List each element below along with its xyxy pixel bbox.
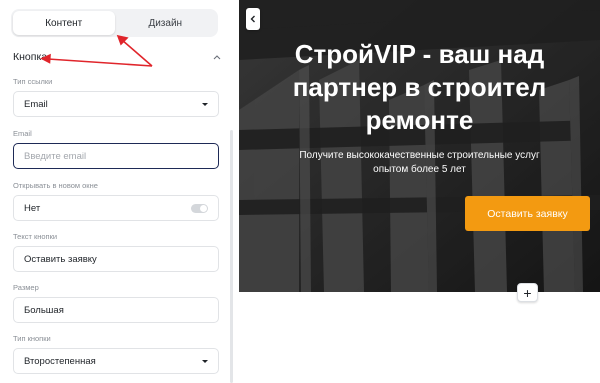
button-type-value: Второстепенная bbox=[24, 355, 96, 367]
settings-panel: Контент Дизайн Кнопка Тип ссылки Email E… bbox=[0, 0, 236, 383]
button-text-label: Текст кнопки bbox=[13, 232, 58, 241]
new-window-row: Нет bbox=[13, 195, 219, 221]
tab-design[interactable]: Дизайн bbox=[115, 11, 217, 35]
button-text-field[interactable]: Оставить заявку bbox=[13, 246, 219, 272]
scrollbar[interactable] bbox=[230, 130, 233, 383]
size-label: Размер bbox=[13, 283, 39, 292]
new-window-label: Открывать в новом окне bbox=[13, 181, 98, 190]
email-input[interactable] bbox=[24, 150, 208, 162]
plus-icon: + bbox=[523, 284, 532, 301]
chevron-left-icon bbox=[250, 15, 255, 23]
button-type-label: Тип кнопки bbox=[13, 334, 51, 343]
chevron-up-icon[interactable] bbox=[213, 54, 221, 60]
link-type-select[interactable]: Email bbox=[13, 91, 219, 117]
hero-subtitle-line: Получите высококачественные строительные… bbox=[299, 150, 540, 161]
section-title: Кнопка bbox=[13, 51, 48, 63]
caret-down-icon bbox=[202, 359, 208, 363]
caret-down-icon bbox=[202, 102, 208, 106]
new-window-toggle[interactable] bbox=[191, 203, 208, 213]
panel-tabs: Контент Дизайн bbox=[11, 9, 218, 37]
link-type-value: Email bbox=[24, 98, 48, 110]
add-section-button[interactable]: + bbox=[517, 283, 538, 302]
hero-title-line: ремонте bbox=[365, 105, 474, 135]
button-type-select[interactable]: Второстепенная bbox=[13, 348, 219, 374]
collapse-panel-button[interactable] bbox=[246, 8, 260, 30]
section-header-button[interactable]: Кнопка bbox=[13, 50, 221, 64]
site-preview: СтройVIP - ваш над партнер в строител ре… bbox=[239, 0, 600, 383]
hero-subtitle-line: опытом более 5 лет bbox=[373, 164, 466, 175]
email-field[interactable] bbox=[13, 143, 219, 169]
link-type-label: Тип ссылки bbox=[13, 77, 53, 86]
hero-subtitle: Получите высококачественные строительные… bbox=[239, 149, 600, 177]
cta-button[interactable]: Оставить заявку bbox=[465, 196, 590, 231]
toggle-knob bbox=[200, 204, 207, 212]
size-select[interactable]: Большая bbox=[13, 297, 219, 323]
email-label: Email bbox=[13, 129, 32, 138]
size-value: Большая bbox=[24, 304, 64, 316]
hero-title-line: СтройVIP - ваш над bbox=[294, 39, 545, 69]
new-window-value: Нет bbox=[24, 202, 41, 214]
hero-title-line: партнер в строител bbox=[292, 72, 547, 102]
hero-section: СтройVIP - ваш над партнер в строител ре… bbox=[239, 0, 600, 292]
button-text-value: Оставить заявку bbox=[24, 253, 97, 265]
hero-title: СтройVIP - ваш над партнер в строител ре… bbox=[239, 38, 600, 137]
tab-content[interactable]: Контент bbox=[13, 11, 115, 35]
